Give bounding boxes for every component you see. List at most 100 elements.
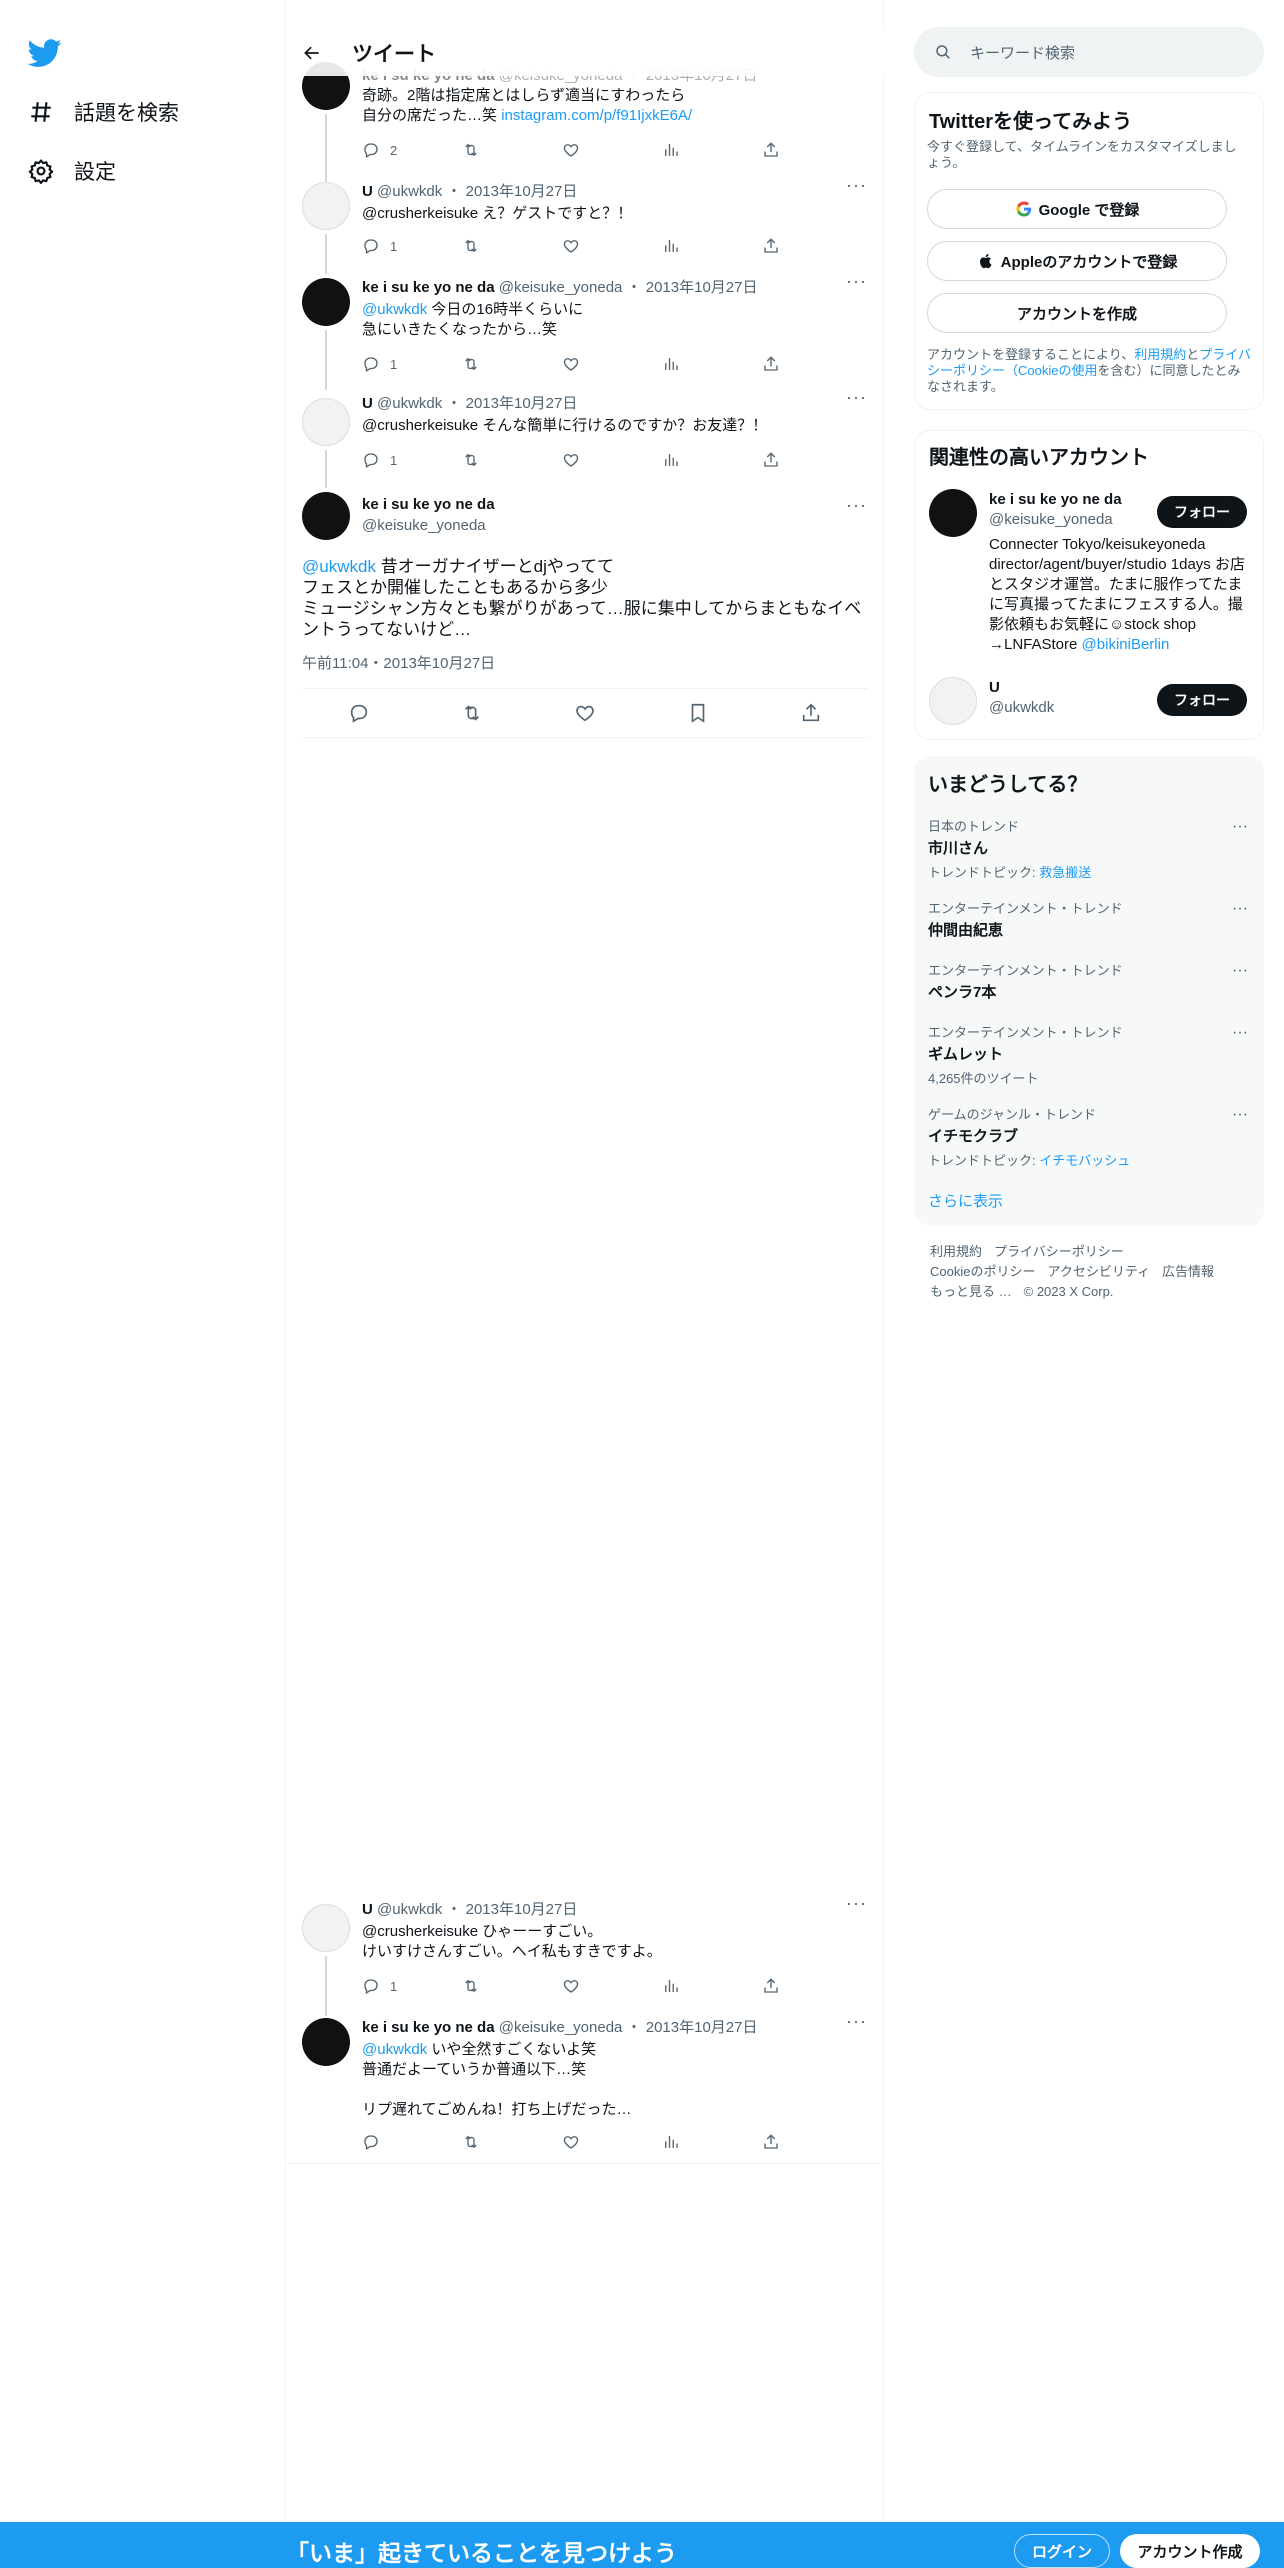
tweet-actions bbox=[362, 2132, 802, 2152]
footer-links: 利用規約 プライバシーポリシー Cookieのポリシー アクセシビリティ 広告情報 も… bbox=[930, 1242, 1250, 1302]
account-handle: @keisuke_yoneda bbox=[989, 511, 1113, 528]
tweet[interactable]: ke i su ke yo ne da @keisuke_yoneda ・ 20… bbox=[286, 2012, 884, 2164]
footer-ads-link[interactable]: 広告情報 bbox=[1162, 1264, 1214, 1279]
trend-topic-link[interactable]: イチモバッシュ bbox=[1039, 1153, 1130, 1168]
nav-explore[interactable]: 話題を検索 bbox=[28, 92, 179, 132]
avatar[interactable] bbox=[302, 1904, 350, 1952]
page-title: ツイート bbox=[352, 43, 436, 66]
tweet-handle: @keisuke_yoneda bbox=[498, 2019, 623, 2036]
tweet-date[interactable]: 2013年10月27日 bbox=[646, 2019, 758, 2036]
share-button[interactable] bbox=[762, 2133, 802, 2151]
bio-link[interactable]: @bikiniBerlin bbox=[1082, 636, 1170, 653]
tweet-timestamp[interactable]: 午前11:04・2013年10月27日 bbox=[302, 652, 495, 673]
search-placeholder: キーワード検索 bbox=[970, 44, 1076, 62]
views-icon bbox=[662, 2133, 680, 2151]
footer-cookie-link[interactable]: Cookieのポリシー bbox=[930, 1264, 1035, 1279]
focus-tweet-text: @ukwkdk 昔オーガナイザーとdjやってて フェスとか開催したこともあるから… bbox=[302, 557, 862, 639]
more-icon[interactable]: ··· bbox=[1232, 818, 1248, 836]
more-icon[interactable]: ··· bbox=[1232, 900, 1248, 918]
main-column: ツイート ke i su ke yo ne da @keisuke_yoneda… bbox=[286, 0, 884, 2568]
hashtag-icon bbox=[31, 102, 51, 122]
avatar[interactable] bbox=[929, 677, 977, 725]
focus-author: ke i su ke yo ne da @keisuke_yoneda bbox=[362, 496, 495, 534]
views-button[interactable] bbox=[662, 1977, 702, 1995]
show-more-link[interactable]: さらに表示 bbox=[928, 1190, 1003, 1211]
tweet[interactable]: U @ukwkdk ・ 2013年10月27日 @crusherkeisuke … bbox=[286, 1894, 884, 2016]
trend-item[interactable]: エンターテインメント・トレンド 仲間由紀恵 ··· bbox=[928, 898, 1248, 940]
tweet-date[interactable]: 2013年10月27日 bbox=[466, 1901, 578, 1918]
share-icon[interactable] bbox=[800, 702, 822, 724]
avatar[interactable] bbox=[929, 489, 977, 537]
tweet-author-name[interactable]: ke i su ke yo ne da bbox=[362, 496, 495, 513]
copyright: © 2023 X Corp. bbox=[1023, 1284, 1114, 1299]
retweet-icon bbox=[462, 2133, 480, 2151]
more-icon[interactable]: ··· bbox=[846, 496, 866, 520]
footer-privacy-link[interactable]: プライバシーポリシー bbox=[994, 1244, 1124, 1259]
avatar[interactable] bbox=[302, 492, 350, 540]
gear-icon bbox=[28, 159, 54, 184]
footer-more-link[interactable]: もっと見る … bbox=[930, 1284, 1012, 1299]
create-account-label: アカウントを作成 bbox=[1016, 305, 1137, 323]
reply-button[interactable]: 1 bbox=[362, 1977, 402, 1995]
signup-button[interactable]: アカウント作成 bbox=[1120, 2534, 1260, 2568]
signup-terms: アカウントを登録することにより、利用規約とプライバシーポリシー（Cookieの使… bbox=[927, 347, 1252, 394]
tweet-author-name[interactable]: U bbox=[362, 1901, 373, 1918]
share-icon bbox=[762, 2133, 780, 2151]
google-icon bbox=[1016, 201, 1031, 217]
nav-explore-label: 話題を検索 bbox=[74, 102, 179, 125]
bookmark-icon[interactable] bbox=[687, 702, 709, 724]
google-signup-button[interactable]: Google で登録 bbox=[927, 189, 1227, 229]
tweet-actions: 1 bbox=[362, 1976, 802, 1996]
trend-topic-link[interactable]: 救急搬送 bbox=[1039, 865, 1091, 880]
back-arrow-icon[interactable] bbox=[302, 43, 322, 63]
avatar[interactable] bbox=[302, 2018, 350, 2066]
follow-button[interactable]: フォロー bbox=[1157, 684, 1247, 716]
signup-title: Twitterを使ってみよう bbox=[929, 111, 1133, 133]
create-account-button[interactable]: アカウントを作成 bbox=[927, 293, 1227, 333]
reply-icon[interactable] bbox=[348, 702, 370, 724]
apple-signup-label: Appleのアカウントで登録 bbox=[1000, 253, 1178, 271]
reply-icon bbox=[362, 1977, 380, 1995]
heart-icon[interactable] bbox=[574, 702, 596, 724]
account-name[interactable]: U bbox=[989, 679, 1000, 696]
tweet-author-name[interactable]: ke i su ke yo ne da bbox=[362, 2019, 495, 2036]
search-icon bbox=[936, 45, 950, 59]
views-icon bbox=[662, 1977, 680, 1995]
tweet-text: @crusherkeisuke ひゃーーすごい。 けいすけさんすごい。ヘイ私もす… bbox=[362, 1923, 662, 1960]
tweet-handle: @keisuke_yoneda bbox=[362, 517, 486, 534]
more-icon[interactable]: ··· bbox=[1232, 962, 1248, 980]
account-name[interactable]: ke i su ke yo ne da bbox=[989, 491, 1122, 508]
share-button[interactable] bbox=[762, 1977, 802, 1995]
follow-button[interactable]: フォロー bbox=[1157, 496, 1247, 528]
tweet-handle: @ukwkdk bbox=[377, 1901, 443, 1918]
like-button[interactable] bbox=[562, 1977, 602, 1995]
more-icon[interactable]: ··· bbox=[846, 2012, 866, 2036]
search-box[interactable]: キーワード検索 bbox=[914, 27, 1264, 77]
footer-accessibility-link[interactable]: アクセシビリティ bbox=[1047, 1264, 1150, 1279]
mention-link[interactable]: @ukwkdk bbox=[362, 2041, 427, 2058]
nav-settings[interactable]: 設定 bbox=[28, 151, 116, 191]
twitter-logo-icon[interactable] bbox=[28, 36, 62, 70]
more-icon[interactable]: ··· bbox=[1232, 1106, 1248, 1124]
like-button[interactable] bbox=[562, 2133, 602, 2151]
footer-terms-link[interactable]: 利用規約 bbox=[930, 1244, 982, 1259]
trend-item[interactable]: エンターテインメント・トレンド ギムレット 4,265件のツイート ··· bbox=[928, 1022, 1248, 1087]
terms-link[interactable]: 利用規約 bbox=[1134, 347, 1186, 362]
more-icon[interactable]: ··· bbox=[1232, 1024, 1248, 1042]
retweet-icon[interactable] bbox=[461, 702, 483, 724]
trend-item[interactable]: ゲームのジャンル・トレンド イチモクラブ トレンドトピック: イチモバッシュ ·… bbox=[928, 1104, 1248, 1169]
main-header: ツイート bbox=[286, 30, 884, 76]
reply-button[interactable] bbox=[362, 2133, 402, 2151]
more-icon[interactable]: ··· bbox=[846, 1894, 866, 1918]
retweet-button[interactable] bbox=[462, 2133, 502, 2151]
retweet-button[interactable] bbox=[462, 1977, 502, 1995]
apple-signup-button[interactable]: Appleのアカウントで登録 bbox=[927, 241, 1227, 281]
trend-item[interactable]: 日本のトレンド 市川さん トレンドトピック: 救急搬送 ··· bbox=[928, 816, 1248, 881]
related-accounts-panel: 関連性の高いアカウント ke i su ke yo ne da @keisuke… bbox=[914, 430, 1264, 740]
mention-link[interactable]: @ukwkdk bbox=[302, 557, 376, 576]
reply-icon bbox=[362, 2133, 380, 2151]
trend-item[interactable]: エンターテインメント・トレンド ペンラ7本 ··· bbox=[928, 960, 1248, 1002]
divider bbox=[286, 2163, 884, 2164]
login-button[interactable]: ログイン bbox=[1014, 2534, 1110, 2568]
views-button[interactable] bbox=[662, 2133, 702, 2151]
